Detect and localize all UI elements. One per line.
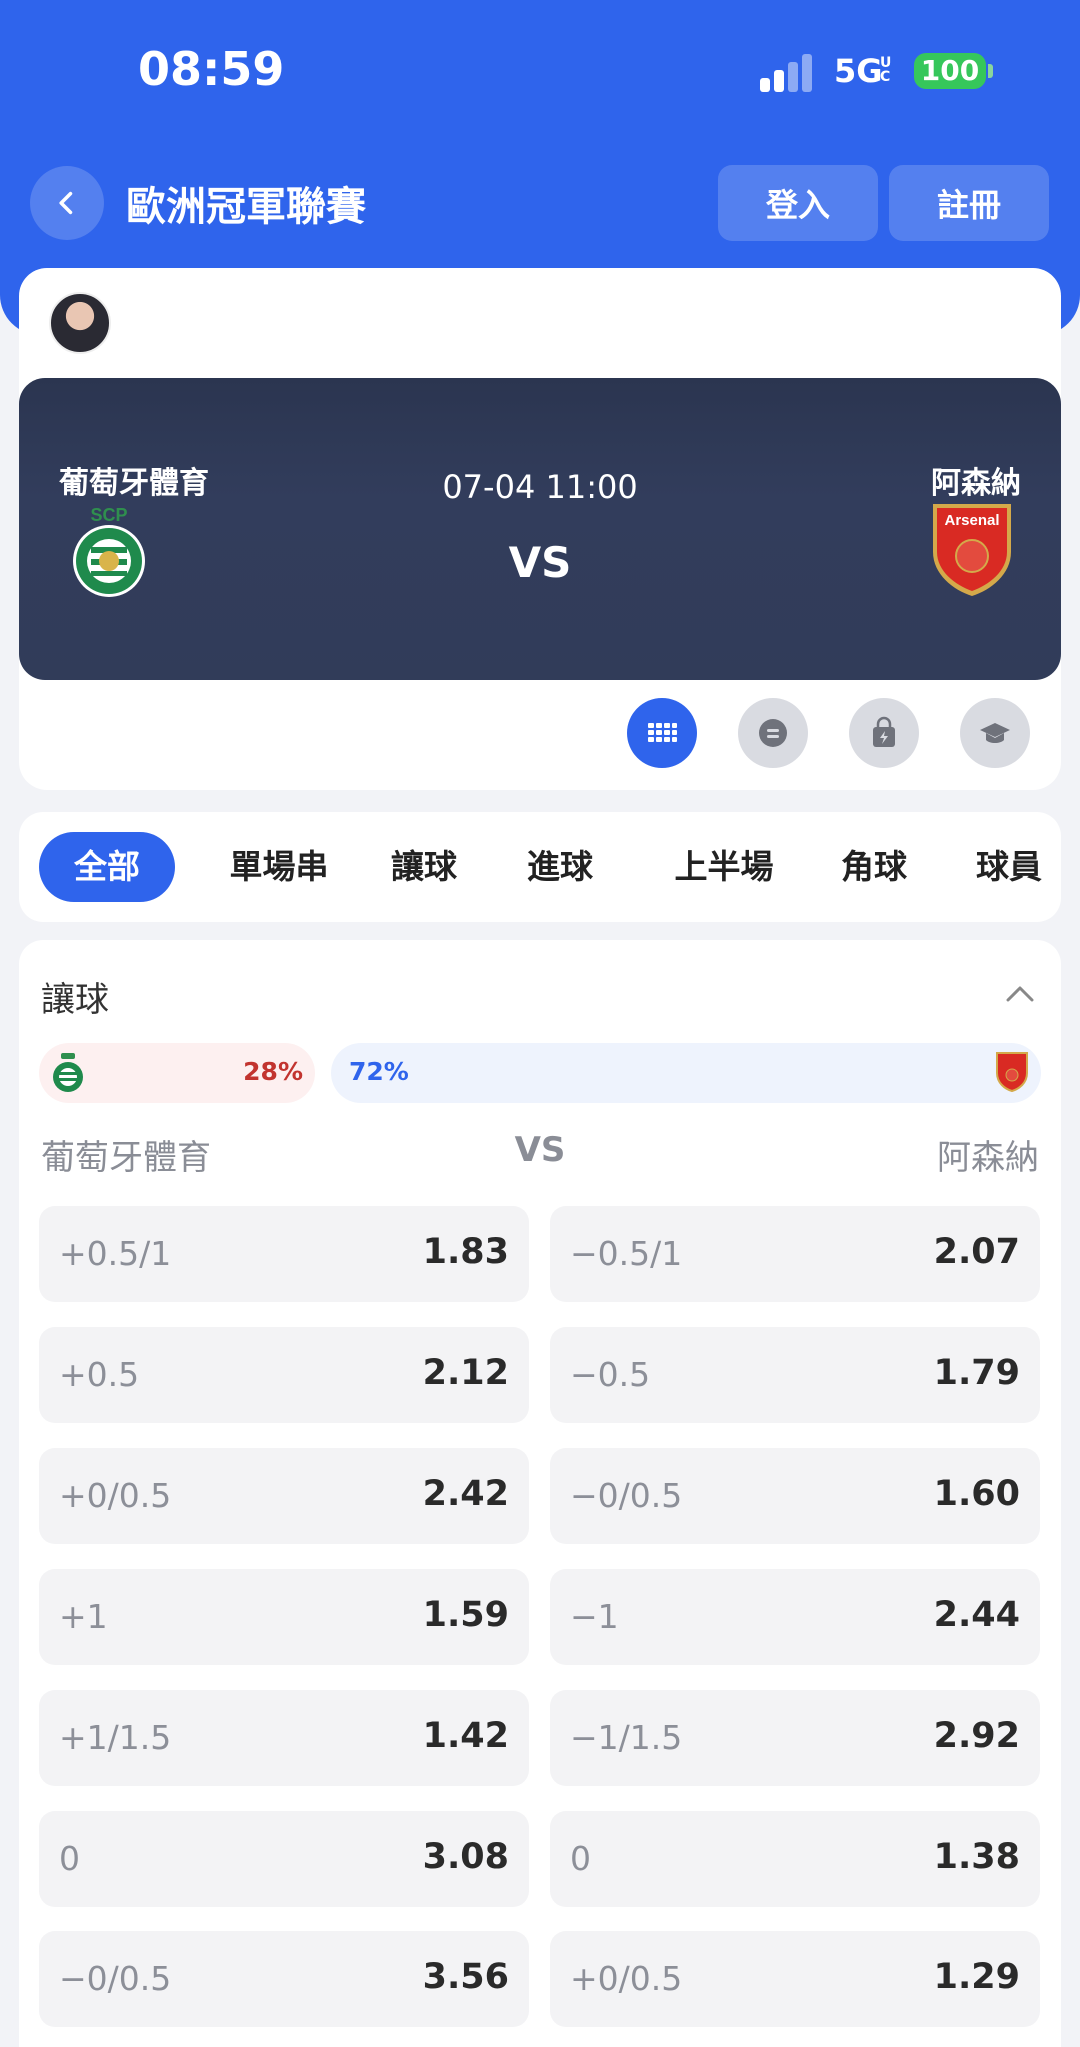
battery-icon: 100	[914, 53, 986, 89]
odds-cell-away[interactable]: −0.5 1.79	[550, 1327, 1040, 1423]
odds-price: 2.07	[933, 1232, 1020, 1272]
tab-parlay[interactable]: 單場串	[199, 832, 359, 902]
handicap-line: +0.5/1	[59, 1234, 172, 1273]
odds-cell-home[interactable]: 0 3.08	[39, 1811, 529, 1907]
network-label: 5G	[834, 52, 883, 90]
register-button[interactable]: 註冊	[889, 165, 1049, 241]
back-button[interactable]	[30, 166, 104, 240]
odds-cell-home[interactable]: +1/1.5 1.42	[39, 1690, 529, 1786]
odds-price: 3.08	[422, 1837, 509, 1877]
avatar[interactable]	[49, 292, 111, 354]
handicap-line: +1	[59, 1597, 108, 1636]
vs-column-header: VS	[514, 1130, 566, 1170]
handicap-line: 0	[570, 1839, 591, 1878]
odds-price: 1.38	[933, 1837, 1020, 1877]
handicap-line: +0.5	[59, 1355, 140, 1394]
handicap-section: 讓球 28% 72% 葡萄牙體育 VS 阿森納 +0.5/1 1.83 −0.5…	[19, 940, 1061, 2047]
tab-all[interactable]: 全部	[39, 832, 175, 902]
away-percentage: 72%	[349, 1057, 409, 1086]
grid-icon	[648, 723, 677, 742]
away-percentage-bar: 72%	[331, 1043, 1041, 1103]
handicap-line: +0/0.5	[59, 1476, 172, 1515]
arsenal-crest-icon: Arsenal	[933, 504, 1011, 596]
handicap-line: −0.5/1	[570, 1234, 683, 1273]
odds-price: 2.44	[933, 1595, 1020, 1635]
status-time: 08:59	[138, 42, 285, 96]
battery-cap	[988, 64, 993, 78]
odds-price: 1.60	[933, 1474, 1020, 1514]
tab-players[interactable]: 球員	[954, 832, 1064, 902]
odds-price: 2.92	[933, 1716, 1020, 1756]
chat-icon	[759, 719, 787, 747]
tab-goals[interactable]: 進球	[505, 832, 615, 902]
odds-cell-away[interactable]: −0/0.5 1.60	[550, 1448, 1040, 1544]
odds-price: 1.29	[933, 1957, 1020, 1997]
section-title: 讓球	[41, 980, 109, 1020]
network-sub-label: UC	[880, 55, 892, 85]
odds-cell-home[interactable]: +0.5/1 1.83	[39, 1206, 529, 1302]
handicap-line: −0/0.5	[570, 1476, 683, 1515]
market-tabs: 全部 單場串 讓球 進球 上半場 角球 球員	[19, 812, 1061, 922]
bag-button[interactable]	[849, 698, 919, 768]
odds-cell-away[interactable]: +0/0.5 1.29	[550, 1931, 1040, 2027]
odds-price: 2.42	[422, 1474, 509, 1514]
odds-price: 1.42	[422, 1716, 509, 1756]
odds-price: 3.56	[422, 1957, 509, 1997]
odds-price: 1.79	[933, 1353, 1020, 1393]
handicap-line: −0.5	[570, 1355, 651, 1394]
arsenal-mini-crest-icon	[996, 1052, 1028, 1093]
graduation-cap-icon	[980, 723, 1010, 743]
chevron-left-icon	[59, 191, 73, 215]
match-card: 葡萄牙體育 SCP 07-04 11:00 VS 阿森納 Arsenal	[19, 268, 1061, 790]
away-team-name: 阿森納	[931, 466, 1021, 501]
sporting-crest-text: SCP	[90, 505, 127, 525]
handicap-line: 0	[59, 1839, 80, 1878]
handicap-line: −0/0.5	[59, 1959, 172, 1998]
status-bar: 08:59 5G UC 100	[0, 0, 1080, 140]
odds-price: 2.12	[422, 1353, 509, 1393]
home-percentage: 28%	[243, 1057, 303, 1086]
markets-grid-button[interactable]	[627, 698, 697, 768]
odds-price: 1.83	[422, 1232, 509, 1272]
odds-cell-away[interactable]: −1 2.44	[550, 1569, 1040, 1665]
odds-cell-away[interactable]: −0.5/1 2.07	[550, 1206, 1040, 1302]
handicap-line: +0/0.5	[570, 1959, 683, 1998]
handicap-line: −1	[570, 1597, 619, 1636]
chat-button[interactable]	[738, 698, 808, 768]
odds-cell-home[interactable]: +0/0.5 2.42	[39, 1448, 529, 1544]
login-button[interactable]: 登入	[718, 165, 878, 241]
nav-bar: 歐洲冠軍聯賽 登入 註冊	[0, 160, 1080, 244]
page-title: 歐洲冠軍聯賽	[126, 184, 366, 230]
handicap-line: −1/1.5	[570, 1718, 683, 1757]
tab-handicap[interactable]: 讓球	[369, 832, 479, 902]
odds-cell-home[interactable]: +1 1.59	[39, 1569, 529, 1665]
home-percentage-bar: 28%	[39, 1043, 315, 1103]
signal-icon	[760, 52, 816, 92]
match-datetime: 07-04 11:00	[442, 468, 638, 506]
odds-cell-away[interactable]: 0 1.38	[550, 1811, 1040, 1907]
chevron-up-icon[interactable]	[1005, 984, 1035, 1004]
odds-cell-home[interactable]: +0.5 2.12	[39, 1327, 529, 1423]
odds-cell-away[interactable]: −1/1.5 2.92	[550, 1690, 1040, 1786]
sporting-mini-crest-icon	[53, 1053, 83, 1092]
odds-price: 1.59	[422, 1595, 509, 1635]
away-column-header: 阿森納	[937, 1138, 1039, 1178]
bag-icon	[873, 716, 895, 747]
handicap-line: +1/1.5	[59, 1718, 172, 1757]
odds-cell-home[interactable]: −0/0.5 3.56	[39, 1931, 529, 2027]
match-banner: 葡萄牙體育 SCP 07-04 11:00 VS 阿森納 Arsenal	[19, 378, 1061, 680]
arsenal-crest-text: Arsenal	[944, 512, 999, 529]
tab-first-half[interactable]: 上半場	[644, 832, 804, 902]
match-vs: VS	[508, 538, 572, 587]
tab-corners[interactable]: 角球	[819, 832, 929, 902]
academy-button[interactable]	[960, 698, 1030, 768]
